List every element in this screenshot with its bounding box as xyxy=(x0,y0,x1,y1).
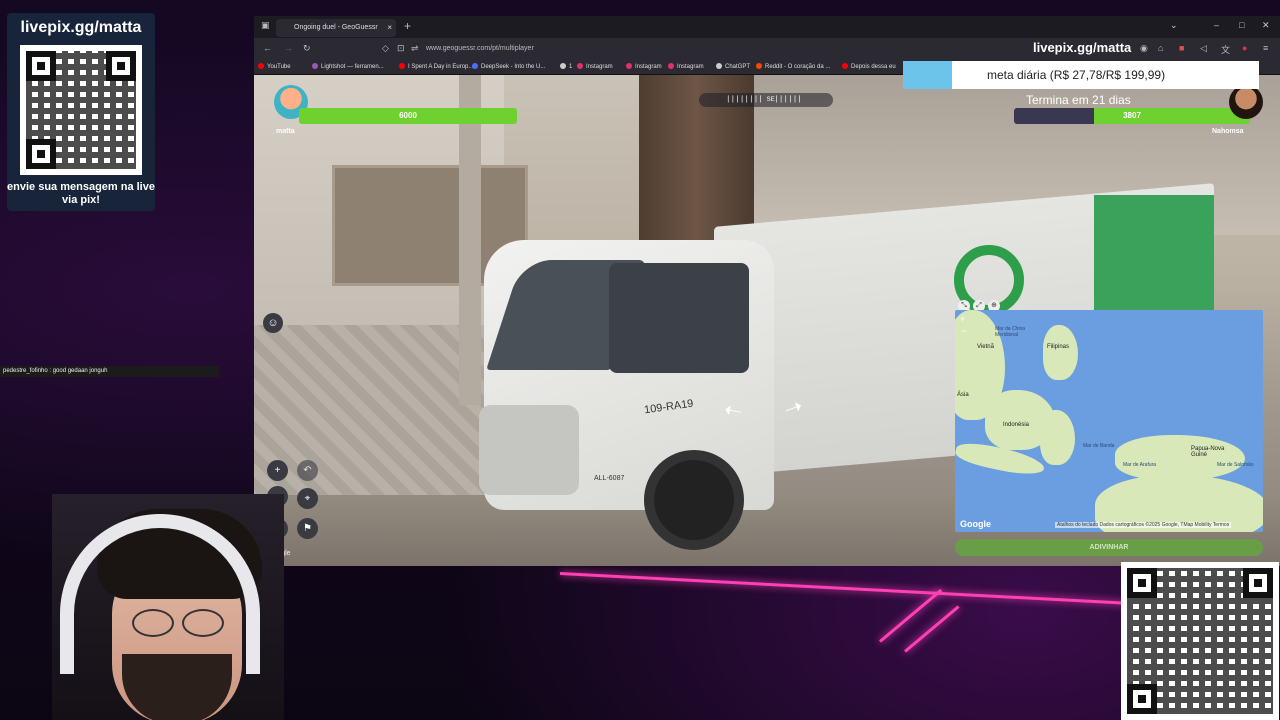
flag-icon[interactable]: ⚑ xyxy=(297,518,318,539)
bookmark-item[interactable]: Instagram xyxy=(577,60,613,74)
bookmark-item[interactable]: Lightshot — ferramen... xyxy=(312,60,384,74)
map-label: Mar de Banda xyxy=(1083,443,1115,449)
reload-icon[interactable]: ↻ xyxy=(303,43,311,54)
home-icon[interactable]: ⌂ xyxy=(1158,43,1163,53)
emoji-icon[interactable]: ☺ xyxy=(263,313,283,333)
map-label: Papua-Nova Guiné xyxy=(1191,446,1225,458)
map-tools: ⤡ ⤢ ⊕ xyxy=(958,294,1003,312)
goal-ends-text: Termina em 21 dias xyxy=(1026,93,1131,107)
player2-health-bar: 3807 xyxy=(1014,108,1250,124)
forward-icon[interactable]: → xyxy=(284,43,293,53)
lock-icon: ⊡ xyxy=(397,43,405,53)
map-zoom-in-button[interactable]: + xyxy=(960,314,965,324)
map-label: Vietnã xyxy=(977,344,994,350)
qr-code-bottom-right xyxy=(1121,562,1279,720)
bookmark-item[interactable]: DeepSeek - Into the U... xyxy=(472,60,545,74)
bookmark-item[interactable]: Reddit - O coração da ... xyxy=(756,60,830,74)
map-label: Mar de Salomão xyxy=(1217,462,1254,468)
bookmark-item[interactable]: I Spent A Day in Europ... xyxy=(399,60,473,74)
bookmark-item[interactable]: ChatGPT xyxy=(716,60,750,74)
pix-qr-card: livepix.gg/matta envie sua mensagem na l… xyxy=(7,13,155,211)
goal-progress-fill xyxy=(903,61,953,89)
bookmark-item[interactable]: Instagram xyxy=(626,60,662,74)
player2-avatar xyxy=(1229,85,1263,119)
back-icon[interactable]: ← xyxy=(263,43,272,53)
extension-icon[interactable]: ■ xyxy=(1179,43,1184,53)
shield-icon[interactable]: ◇ xyxy=(382,43,389,54)
bookmark-item[interactable]: Depois dessa eu xyxy=(842,60,896,74)
guess-map[interactable]: Vietnã Filipinas Ásia Indonésia Papua-No… xyxy=(955,310,1263,532)
map-label: Ásia xyxy=(957,392,969,398)
tab-geoguessr[interactable]: Ongoing duel - GeoGuessr × xyxy=(276,19,396,37)
zoom-in-button[interactable]: + xyxy=(267,460,288,481)
translate-icon[interactable]: 文 xyxy=(1221,43,1230,56)
close-icon[interactable]: ✕ xyxy=(1262,20,1270,31)
maximize-icon[interactable]: □ xyxy=(1239,20,1244,30)
menu-icon[interactable]: ≡ xyxy=(1263,43,1268,53)
minimize-icon[interactable]: – xyxy=(1214,20,1219,30)
qr-code xyxy=(20,45,142,175)
map-label: Filipinas xyxy=(1047,344,1070,350)
player2-health: 3807 xyxy=(1123,111,1141,120)
player1-health-bar: 6000 xyxy=(299,108,517,124)
undo-move-icon[interactable]: ↶ xyxy=(297,460,318,481)
pocket-icon[interactable]: ◉ xyxy=(1140,43,1148,54)
map-label: Indonésia xyxy=(1003,422,1030,428)
truck-wheel xyxy=(644,450,744,550)
pix-message: envie sua mensagem na live via pix! xyxy=(7,181,155,206)
url-input[interactable]: www.geoguessr.com/pt/multiplayer xyxy=(426,42,534,56)
tab-bar: ▣ Ongoing duel - GeoGuessr × + ⌄ – □ ✕ xyxy=(254,16,1280,38)
player2-name: Nahomsa xyxy=(1212,128,1244,135)
adblock-icon[interactable]: ● xyxy=(1242,43,1247,53)
tab-close-icon[interactable]: × xyxy=(387,19,392,37)
chat-message: pedestre_fofinho : good gedaan jonguh xyxy=(0,366,219,377)
new-tab-button[interactable]: + xyxy=(404,19,411,33)
goal-text: meta diária (R$ 27,78/R$ 199,99) xyxy=(987,68,1166,82)
permissions-icon[interactable]: ⇌ xyxy=(411,43,419,54)
return-start-icon[interactable]: ⌖ xyxy=(297,488,318,509)
bookmark-item[interactable]: Instagram xyxy=(668,60,704,74)
goal-progress-box: meta diária (R$ 27,78/R$ 199,99) xyxy=(903,61,1259,89)
player1-name: matta xyxy=(276,128,295,135)
truck-plate-2: ALL-6087 xyxy=(594,475,625,482)
guess-button[interactable]: ADIVINHAR xyxy=(955,539,1263,556)
bookmark-item[interactable]: 1 xyxy=(560,60,572,74)
chevron-down-icon[interactable]: ⌄ xyxy=(1170,20,1178,31)
webcam-feed xyxy=(52,494,284,720)
map-label: Mar da China Meridional xyxy=(995,326,1026,338)
map-google-logo: Google xyxy=(960,519,991,529)
tab-title: Ongoing duel - GeoGuessr xyxy=(294,24,378,31)
tab-list-icon[interactable]: ▣ xyxy=(261,20,270,31)
map-zoom-out-button[interactable]: − xyxy=(961,326,966,336)
livepix-handle-top: livepix.gg/matta xyxy=(1033,40,1132,55)
map-attribution: Atalhos do teclado Dados cartográficos ©… xyxy=(1055,522,1232,528)
map-label: Mar de Arafura xyxy=(1123,462,1157,468)
compass: ▏▏▏▏▏▏▏▏ SE ▏▏▏▏▏▏ xyxy=(699,93,833,107)
bookmark-item[interactable]: YouTube xyxy=(258,60,291,74)
audio-icon[interactable]: ◁ xyxy=(1200,43,1207,54)
livepix-handle: livepix.gg/matta xyxy=(20,19,142,36)
